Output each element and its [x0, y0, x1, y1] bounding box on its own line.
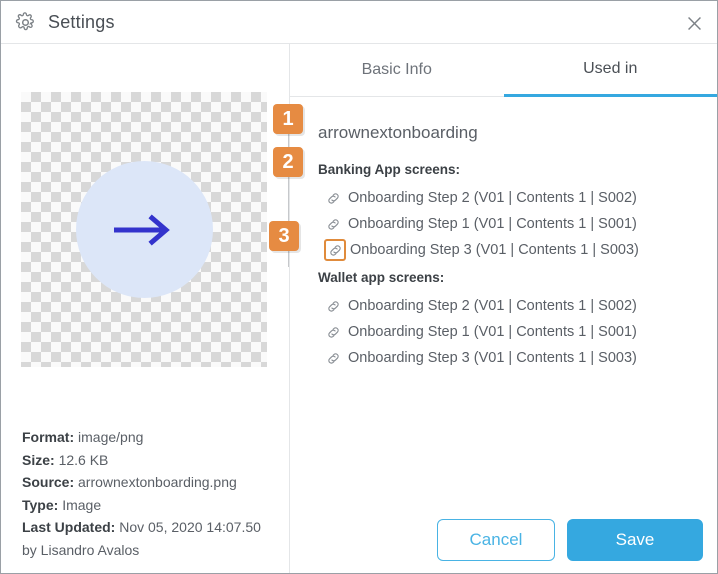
page-title: Settings	[48, 11, 115, 32]
step-badge-3: 3	[269, 221, 299, 251]
list-item[interactable]: Onboarding Step 2 (V01 | Contents 1 | S0…	[324, 185, 717, 211]
save-button[interactable]: Save	[567, 519, 703, 561]
step-connector	[288, 177, 289, 221]
details-panel: Basic Info Used in arrownextonboarding B…	[290, 44, 717, 573]
list-item-label: Onboarding Step 3 (V01 | Contents 1 | S0…	[348, 350, 637, 366]
save-button-label: Save	[615, 530, 655, 549]
dialog-footer: Cancel Save	[290, 506, 717, 573]
link-icon	[324, 323, 342, 341]
list-item-label: Onboarding Step 1 (V01 | Contents 1 | S0…	[348, 216, 637, 232]
link-icon[interactable]	[324, 239, 346, 261]
meta-row-source: Source: arrownextonboarding.png	[22, 471, 282, 494]
link-icon	[324, 189, 342, 207]
meta-value-size: 12.6 KB	[58, 451, 109, 468]
step-badge-2-label: 2	[282, 150, 294, 173]
asset-metadata: Format: image/png Size: 12.6 KB Source: …	[22, 426, 282, 561]
group-title-wallet: Wallet app screens:	[318, 270, 445, 285]
link-icon	[324, 349, 342, 367]
meta-key-size: Size:	[22, 451, 55, 468]
tab-used-in-label: Used in	[583, 60, 638, 77]
cancel-button-label: Cancel	[469, 530, 523, 549]
tab-bar: Basic Info Used in	[290, 44, 717, 97]
meta-row-type: Type: Image	[22, 494, 282, 517]
link-icon	[324, 215, 342, 233]
step-badge-3-label: 3	[278, 224, 290, 247]
cancel-button[interactable]: Cancel	[437, 519, 555, 561]
meta-key-source: Source:	[22, 474, 75, 490]
dialog-header: Settings	[1, 1, 717, 44]
gear-icon	[14, 11, 36, 33]
list-item-label: Onboarding Step 1 (V01 | Contents 1 | S0…	[348, 324, 637, 340]
meta-key-type: Type:	[22, 496, 59, 513]
list-item[interactable]: Onboarding Step 1 (V01 | Contents 1 | S0…	[324, 211, 717, 237]
group-banking-app: Banking App screens: Onboarding Step 2 (…	[318, 161, 717, 263]
step-connector	[288, 251, 289, 267]
meta-key-format: Format:	[22, 429, 75, 445]
asset-name: arrownextonboarding	[318, 123, 478, 142]
close-icon[interactable]	[681, 10, 707, 36]
meta-key-last-updated: Last Updated:	[22, 519, 116, 535]
list-item[interactable]: Onboarding Step 3 (V01 | Contents 1 | S0…	[324, 345, 717, 371]
meta-value-format: image/png	[78, 429, 144, 445]
meta-row-last-updated: Last Updated: Nov 05, 2020 14:07.50	[22, 516, 282, 539]
list-item-label: Onboarding Step 3 (V01 | Contents 1 | S0…	[350, 242, 639, 258]
meta-author: by Lisandro Avalos	[22, 541, 140, 558]
list-item-label: Onboarding Step 2 (V01 | Contents 1 | S0…	[348, 298, 637, 314]
meta-value-type: Image	[62, 496, 102, 513]
list-item-highlighted[interactable]: Onboarding Step 3 (V01 | Contents 1 | S0…	[324, 237, 717, 263]
tab-basic-info-label: Basic Info	[361, 61, 432, 78]
list-item[interactable]: Onboarding Step 1 (V01 | Contents 1 | S0…	[324, 319, 717, 345]
image-preview	[21, 92, 267, 367]
meta-value-source: arrownextonboarding.png	[78, 474, 237, 490]
used-in-content: arrownextonboarding Banking App screens:…	[290, 97, 717, 371]
settings-dialog: Settings Format: image/png Size: 12.6 KB…	[0, 0, 718, 574]
meta-row-format: Format: image/png	[22, 426, 282, 449]
step-badge-1-label: 1	[282, 107, 294, 130]
list-item-label: Onboarding Step 2 (V01 | Contents 1 | S0…	[348, 190, 637, 206]
preview-circle	[75, 161, 213, 298]
tab-used-in[interactable]: Used in	[503, 44, 717, 97]
arrow-right-icon	[114, 213, 170, 246]
meta-value-last-updated: Nov 05, 2020 14:07.50	[119, 519, 261, 535]
step-connector	[288, 134, 289, 147]
meta-row-size: Size: 12.6 KB	[22, 449, 282, 472]
asset-preview-panel: Format: image/png Size: 12.6 KB Source: …	[1, 44, 289, 573]
step-badge-2: 2	[273, 147, 303, 177]
group-wallet-app: Wallet app screens: Onboarding Step 2 (V…	[318, 269, 717, 371]
list-item[interactable]: Onboarding Step 2 (V01 | Contents 1 | S0…	[324, 293, 717, 319]
step-badge-1: 1	[273, 104, 303, 134]
group-title-banking: Banking App screens:	[318, 162, 461, 177]
link-icon	[324, 297, 342, 315]
tab-basic-info[interactable]: Basic Info	[290, 44, 504, 96]
